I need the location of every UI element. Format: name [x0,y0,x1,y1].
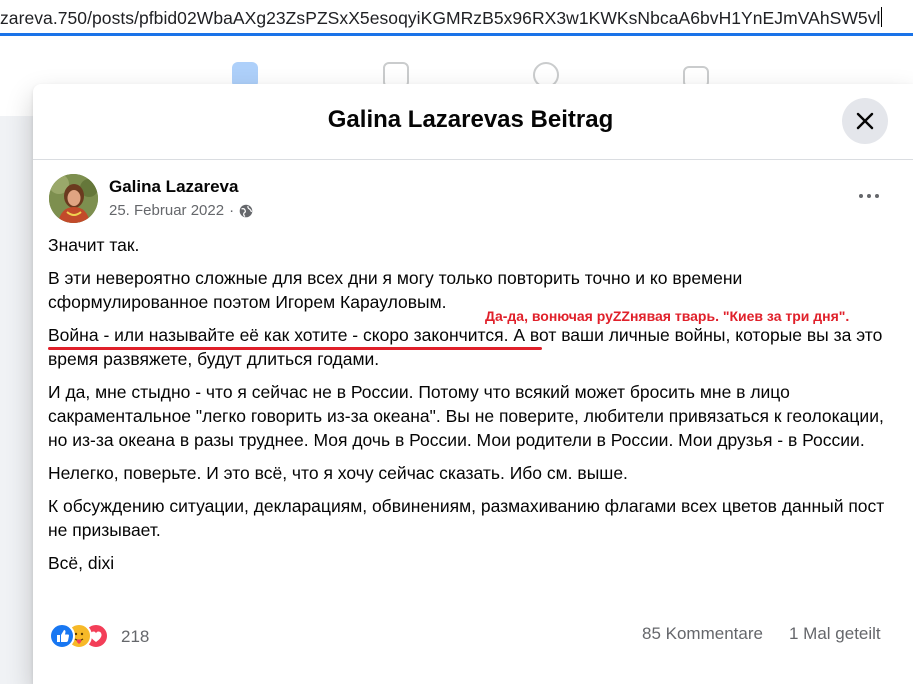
close-icon [856,112,874,130]
post-footer: 218 85 Kommentare 1 Mal geteilt [33,620,913,650]
dialog-title: Galina Lazarevas Beitrag [327,106,614,133]
post-paragraph: Война - или называйте её как хотите - ск… [48,323,898,371]
more-options-button[interactable] [855,184,885,208]
url-text[interactable]: zareva.750/posts/pfbid02WbaAXg23ZsPZSxX5… [0,7,883,29]
red-underline-annotation [48,347,542,350]
more-dot-icon [875,194,879,198]
post-date[interactable]: 25. Februar 2022 [109,202,224,219]
post-dialog: Galina Lazarevas Beitrag Galina Lazareva… [33,84,913,684]
post-paragraph: И да, мне стыдно - что я сейчас не в Рос… [48,382,884,450]
globe-icon [239,204,253,222]
more-dot-icon [867,194,871,198]
text-caret [881,7,883,27]
shares-count-link[interactable]: 1 Mal geteilt [789,624,881,644]
post-paragraph: Значит так. [48,235,140,255]
meta-separator: · [229,202,235,219]
post-paragraph: Всё, dixi [48,553,115,573]
more-dot-icon [859,194,863,198]
author-name[interactable]: Galina Lazareva [109,177,238,197]
author-avatar[interactable] [49,174,98,223]
red-annotation-text: Да-да, вонючая руZZнявая тварь. "Киев за… [485,308,850,324]
post-body: Значит так. В эти невероятно сложные для… [48,233,898,584]
post-paragraph: В эти невероятно сложные для всех дни я … [48,268,743,312]
highlighted-sentence: Война - или называйте её как хотите - ск… [48,325,509,345]
post-paragraph: Нелегко, поверьте. И это всё, что я хочу… [48,463,628,483]
address-bar[interactable]: zareva.750/posts/pfbid02WbaAXg23ZsPZSxX5… [0,0,913,36]
url-value: zareva.750/posts/pfbid02WbaAXg23ZsPZSxX5… [0,8,881,28]
post-paragraph: К обсуждению ситуации, декларациям, обви… [48,496,885,540]
comments-count-link[interactable]: 85 Kommentare [642,624,763,644]
like-reaction-icon [49,623,75,649]
close-button[interactable] [842,98,888,144]
reaction-count: 218 [121,627,150,646]
post-meta: 25. Februar 2022 · [109,202,253,222]
dialog-header: Galina Lazarevas Beitrag [33,84,913,160]
